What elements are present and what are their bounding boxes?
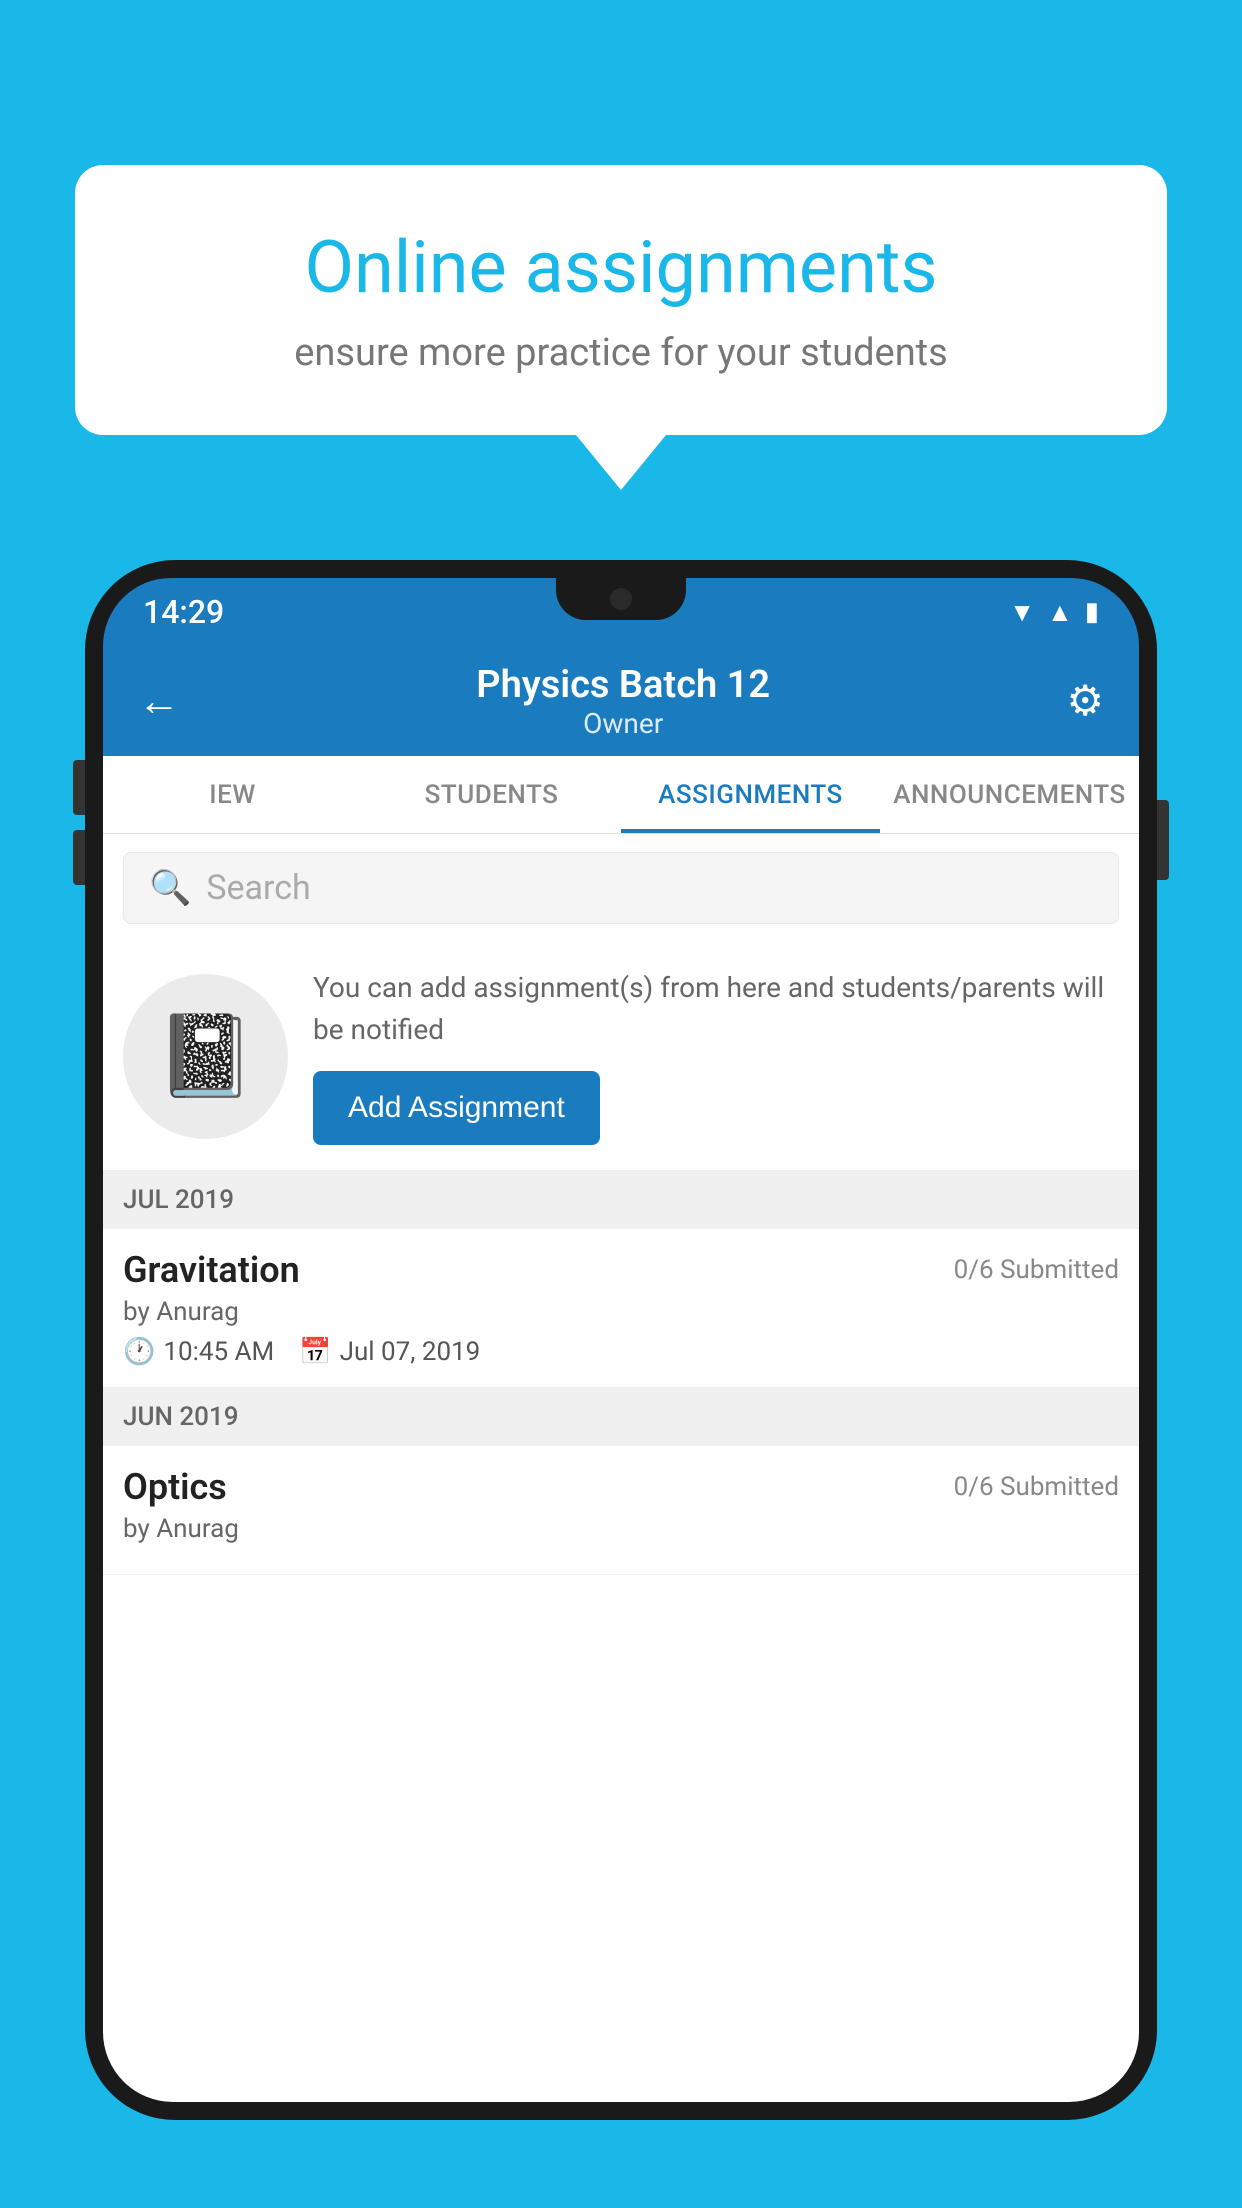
wifi-icon: ▼ (1009, 597, 1035, 628)
meta-time: 🕐 10:45 AM (123, 1337, 274, 1367)
volume-up-button (73, 760, 85, 815)
assignment-author: by Anurag (123, 1297, 1119, 1327)
phone-device: 14:29 ▼ ▲ ▮ ← Physics Batch 12 Owner ⚙ I… (85, 560, 1157, 2208)
volume-down-button (73, 830, 85, 885)
assignment-icon-circle: 📓 (123, 974, 288, 1139)
calendar-icon: 📅 (299, 1337, 331, 1367)
assignment-date: Jul 07, 2019 (340, 1337, 481, 1367)
meta-date: 📅 Jul 07, 2019 (299, 1337, 480, 1367)
tabs-bar: IEW STUDENTS ASSIGNMENTS ANNOUNCEMENTS (103, 756, 1139, 834)
phone-notch (556, 578, 686, 620)
speech-bubble-arrow (576, 435, 666, 490)
status-bar: 14:29 ▼ ▲ ▮ (103, 578, 1139, 646)
assignment-author-optics: by Anurag (123, 1514, 1119, 1544)
search-icon: 🔍 (149, 868, 191, 908)
speech-bubble-title: Online assignments (145, 225, 1097, 311)
status-icons: ▼ ▲ ▮ (1009, 597, 1099, 628)
speech-bubble: Online assignments ensure more practice … (75, 165, 1167, 435)
battery-icon: ▮ (1085, 597, 1099, 627)
assignment-time: 10:45 AM (163, 1337, 274, 1367)
app-header: ← Physics Batch 12 Owner ⚙ (103, 646, 1139, 756)
prompt-text: You can add assignment(s) from here and … (313, 967, 1119, 1051)
assignment-item-gravitation[interactable]: Gravitation 0/6 Submitted by Anurag 🕐 10… (103, 1229, 1139, 1388)
back-button[interactable]: ← (138, 677, 180, 726)
power-button (1157, 800, 1169, 880)
prompt-right: You can add assignment(s) from here and … (313, 967, 1119, 1145)
speech-bubble-container: Online assignments ensure more practice … (75, 165, 1167, 490)
search-container: 🔍 Search (103, 834, 1139, 942)
status-time: 14:29 (143, 593, 224, 631)
tab-assignments[interactable]: ASSIGNMENTS (621, 756, 880, 833)
phone-outer: 14:29 ▼ ▲ ▮ ← Physics Batch 12 Owner ⚙ I… (85, 560, 1157, 2120)
assignment-top-row-optics: Optics 0/6 Submitted (123, 1466, 1119, 1508)
assignment-meta: 🕐 10:45 AM 📅 Jul 07, 2019 (123, 1337, 1119, 1367)
assignment-submitted-optics: 0/6 Submitted (954, 1472, 1119, 1502)
add-assignment-prompt: 📓 You can add assignment(s) from here an… (103, 942, 1139, 1171)
notebook-icon: 📓 (156, 1009, 256, 1103)
assignment-top-row: Gravitation 0/6 Submitted (123, 1249, 1119, 1291)
speech-bubble-subtitle: ensure more practice for your students (145, 331, 1097, 375)
settings-icon[interactable]: ⚙ (1066, 676, 1104, 726)
header-title: Physics Batch 12 (476, 663, 770, 707)
assignment-submitted: 0/6 Submitted (954, 1255, 1119, 1285)
tab-iew[interactable]: IEW (103, 756, 362, 833)
assignment-item-optics[interactable]: Optics 0/6 Submitted by Anurag (103, 1446, 1139, 1575)
clock-icon: 🕐 (123, 1337, 155, 1367)
tab-announcements[interactable]: ANNOUNCEMENTS (880, 756, 1139, 833)
search-placeholder: Search (206, 868, 310, 908)
section-header-jul: JUL 2019 (103, 1171, 1139, 1229)
front-camera (610, 588, 632, 610)
search-bar[interactable]: 🔍 Search (123, 852, 1119, 924)
header-subtitle: Owner (476, 707, 770, 740)
phone-screen: 🔍 Search 📓 You can add assignment(s) fro… (103, 834, 1139, 2102)
signal-icon: ▲ (1047, 597, 1073, 628)
section-header-jun: JUN 2019 (103, 1388, 1139, 1446)
add-assignment-button[interactable]: Add Assignment (313, 1071, 600, 1145)
tab-students[interactable]: STUDENTS (362, 756, 621, 833)
header-title-group: Physics Batch 12 Owner (476, 663, 770, 740)
assignment-title-optics: Optics (123, 1466, 227, 1508)
assignment-title: Gravitation (123, 1249, 300, 1291)
